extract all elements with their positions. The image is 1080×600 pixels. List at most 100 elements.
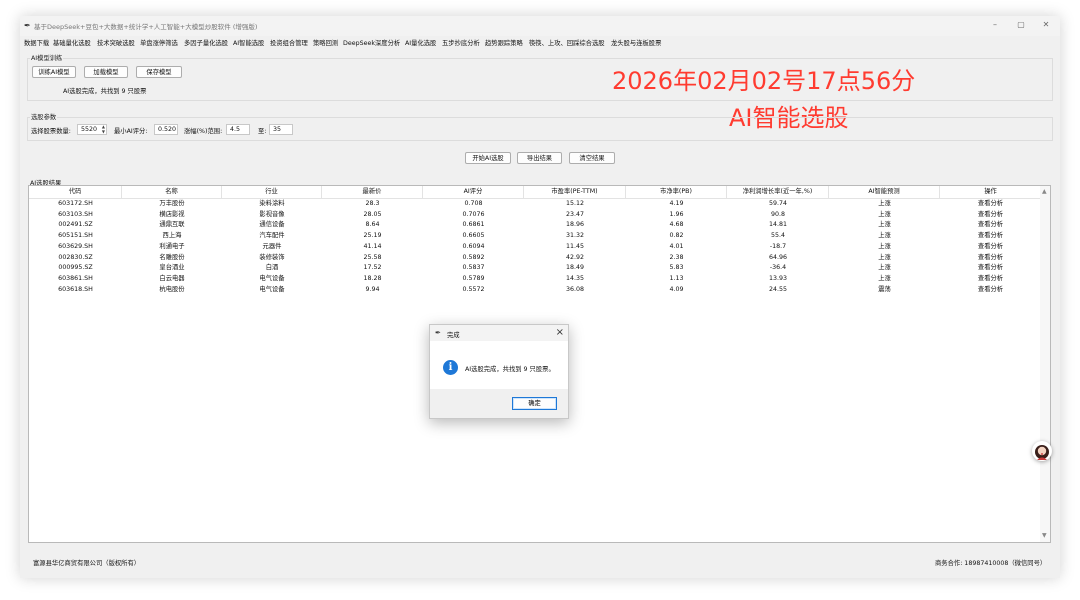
menu-tech-breakout[interactable]: 技术突破选股 bbox=[97, 38, 135, 47]
menu-limit-up[interactable]: 单盘涨停筛选 bbox=[140, 38, 178, 47]
table-row[interactable]: 603618.SH 杭电股份 电气设备 9.94 0.5572 36.08 4.09 24.5… bbox=[29, 285, 1041, 296]
datetime-overlay: 2026年02月02号17点56分 bbox=[612, 67, 916, 95]
cell-pb: 4.01 bbox=[669, 242, 684, 250]
window-title: 基于DeepSeek+豆包+大数据+统计学+人工智能+大模型炒股软件 (增强版) bbox=[34, 23, 258, 31]
menu-basic-quant[interactable]: 基础量化选股 bbox=[53, 38, 91, 47]
cell-pb: 0.82 bbox=[669, 232, 684, 240]
menu-portfolio[interactable]: 投资组合管理 bbox=[270, 38, 308, 47]
table-row[interactable]: 000995.SZ 皇台酒业 白酒 17.52 0.5837 18.49 5.83 -36.4… bbox=[29, 263, 1041, 274]
cell-pe: 23.47 bbox=[565, 210, 585, 218]
avatar-icon[interactable] bbox=[1032, 441, 1052, 461]
cell-price: 8.64 bbox=[365, 221, 380, 229]
menu-bar: 数据下载 基础量化选股 技术突破选股 单盘涨停筛选 多因子量化选股 AI智能选股… bbox=[20, 36, 1060, 48]
table-row[interactable]: 603103.SH 横店影视 影视音像 28.05 0.7076 23.47 1.96 90.… bbox=[29, 210, 1041, 221]
col-industry[interactable]: 行业 bbox=[222, 186, 322, 198]
stock-count-spinbox[interactable]: 5520 ▲ ▼ bbox=[77, 124, 107, 135]
train-model-button[interactable]: 训练AI模型 bbox=[32, 66, 76, 78]
col-price[interactable]: 最新价 bbox=[322, 186, 423, 198]
cell-price: 9.94 bbox=[365, 285, 380, 293]
range-max-input[interactable]: 35 bbox=[269, 124, 293, 135]
menu-deepseek[interactable]: DeepSeek深度分析 bbox=[343, 38, 400, 47]
col-prediction[interactable]: AI智能预测 bbox=[829, 186, 940, 198]
cell-action[interactable]: 查看分析 bbox=[940, 199, 1041, 210]
cell-action[interactable]: 查看分析 bbox=[940, 231, 1041, 242]
col-name[interactable]: 名称 bbox=[122, 186, 222, 198]
cell-prediction: 上涨 bbox=[878, 221, 891, 229]
menu-multi-factor[interactable]: 多因子量化选股 bbox=[184, 38, 228, 47]
save-model-button[interactable]: 保存模型 bbox=[136, 66, 182, 78]
table-row[interactable]: 603172.SH 万丰股份 染料涂料 28.3 0.708 15.12 4.19 59.74… bbox=[29, 199, 1041, 210]
cell-action[interactable]: 查看分析 bbox=[940, 263, 1041, 274]
menu-backtest[interactable]: 策略回测 bbox=[313, 38, 338, 47]
cell-profit-growth: 55.4 bbox=[770, 232, 786, 240]
cell-ai-score: 0.6861 bbox=[462, 221, 485, 229]
cell-industry: 通信设备 bbox=[259, 221, 285, 229]
load-model-button[interactable]: 加载模型 bbox=[84, 66, 128, 78]
cell-action[interactable]: 查看分析 bbox=[940, 210, 1041, 221]
clear-results-button[interactable]: 清空结果 bbox=[569, 152, 615, 164]
cell-industry: 电气设备 bbox=[259, 285, 285, 293]
table-row[interactable]: 605151.SH 西上海 汽车配件 25.19 0.6605 31.32 0.82 55.4… bbox=[29, 231, 1041, 242]
col-profit-growth[interactable]: 净利润增长率(近一年,%) bbox=[727, 186, 829, 198]
table-row[interactable]: 603629.SH 利通电子 元器件 41.14 0.6094 11.45 4.01 -18.… bbox=[29, 242, 1041, 253]
cell-name: 通鼎互联 bbox=[159, 221, 185, 229]
dialog-title: 完成 bbox=[447, 332, 460, 339]
menu-leaders[interactable]: 龙头股与连板股票 bbox=[611, 38, 661, 47]
min-score-input[interactable]: 0.520 bbox=[154, 124, 178, 135]
cell-pb: 5.83 bbox=[669, 264, 684, 272]
maximize-button[interactable]: ▢ bbox=[1014, 20, 1028, 29]
cell-pb: 4.19 bbox=[669, 200, 684, 207]
cell-industry: 染料涂料 bbox=[259, 200, 285, 207]
spin-arrows-icon[interactable]: ▲ ▼ bbox=[102, 124, 105, 134]
cell-code: 605151.SH bbox=[58, 232, 93, 240]
dialog-footer: 确定 bbox=[430, 389, 568, 418]
cell-prediction: 上涨 bbox=[878, 200, 891, 207]
col-action[interactable]: 操作 bbox=[940, 186, 1041, 198]
cell-action[interactable]: 查看分析 bbox=[940, 285, 1041, 296]
cell-ai-score: 0.5837 bbox=[462, 264, 485, 272]
export-results-button[interactable]: 导出结果 bbox=[517, 152, 562, 164]
cell-code: 002491.SZ bbox=[58, 221, 93, 229]
feather-icon: ✒ bbox=[435, 329, 441, 337]
dialog-close-icon[interactable]: × bbox=[556, 327, 564, 338]
table-row[interactable]: 603861.SH 白云电器 电气设备 18.28 0.5789 14.35 1.13 13.… bbox=[29, 274, 1041, 285]
col-ai-score[interactable]: AI评分 bbox=[423, 186, 524, 198]
menu-data-download[interactable]: 数据下载 bbox=[24, 38, 49, 47]
col-pb[interactable]: 市净率(PB) bbox=[626, 186, 727, 198]
title-bar: ✒ 基于DeepSeek+豆包+大数据+统计学+人工智能+大模型炒股软件 (增强… bbox=[20, 16, 1060, 36]
menu-ai-select[interactable]: AI智能选股 bbox=[233, 38, 264, 47]
start-ai-select-button[interactable]: 开始AI选股 bbox=[465, 152, 511, 164]
menu-ai-quant[interactable]: AI量化选股 bbox=[405, 38, 436, 47]
close-button[interactable]: ✕ bbox=[1039, 20, 1053, 29]
range-to-label: 至: bbox=[258, 128, 267, 135]
range-min-input[interactable]: 4.5 bbox=[226, 124, 250, 135]
cell-action[interactable]: 查看分析 bbox=[940, 220, 1041, 231]
col-pe[interactable]: 市盈率(PE-TTM) bbox=[524, 186, 626, 198]
table-row[interactable]: 002830.SZ 名雕股份 装修装饰 25.58 0.5892 42.92 2.38 64.… bbox=[29, 253, 1041, 264]
vertical-scrollbar[interactable]: ▲ ▼ bbox=[1040, 186, 1050, 542]
cell-pe: 18.96 bbox=[565, 221, 585, 229]
cell-price: 28.05 bbox=[363, 210, 382, 218]
cell-price: 28.3 bbox=[365, 200, 380, 207]
menu-combo[interactable]: 筷筷、上攻、回踩综合选股 bbox=[529, 38, 605, 47]
menu-five-step[interactable]: 五步抄底分析 bbox=[442, 38, 480, 47]
cell-code: 000995.SZ bbox=[58, 264, 93, 272]
cell-name: 西上海 bbox=[162, 232, 182, 240]
cell-action[interactable]: 查看分析 bbox=[940, 274, 1041, 285]
cell-name: 杭电股份 bbox=[159, 285, 185, 293]
cell-action[interactable]: 查看分析 bbox=[940, 242, 1041, 253]
cell-ai-score: 0.708 bbox=[464, 200, 483, 207]
cell-code: 603861.SH bbox=[58, 274, 93, 282]
table-row[interactable]: 002491.SZ 通鼎互联 通信设备 8.64 0.6861 18.96 4.68 14.8… bbox=[29, 220, 1041, 231]
menu-trend[interactable]: 趋势跟踪策略 bbox=[485, 38, 523, 47]
col-code[interactable]: 代码 bbox=[29, 186, 122, 198]
cell-price: 18.28 bbox=[363, 274, 382, 282]
scroll-up-icon[interactable]: ▲ bbox=[1042, 188, 1047, 195]
scroll-down-icon[interactable]: ▼ bbox=[1042, 532, 1047, 539]
cell-code: 603172.SH bbox=[58, 200, 93, 207]
cell-ai-score: 0.6605 bbox=[462, 232, 485, 240]
cell-pe: 42.92 bbox=[565, 253, 585, 261]
dialog-ok-button[interactable]: 确定 bbox=[512, 397, 557, 410]
cell-action[interactable]: 查看分析 bbox=[940, 253, 1041, 264]
minimize-button[interactable]: – bbox=[988, 20, 1002, 29]
